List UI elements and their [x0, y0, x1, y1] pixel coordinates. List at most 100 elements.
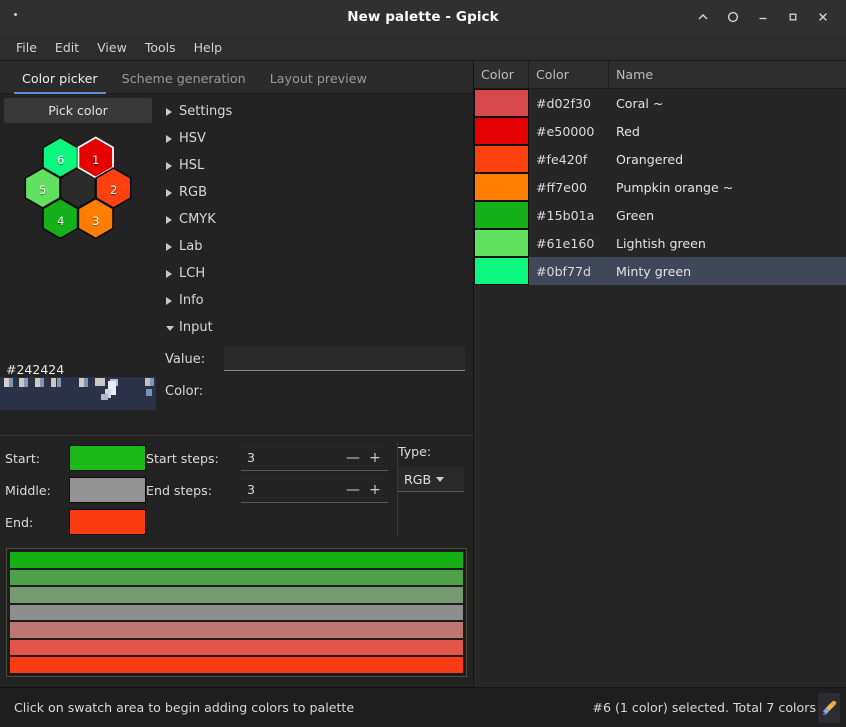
gradient-bar[interactable] — [10, 569, 463, 586]
start-color-swatch[interactable] — [69, 445, 146, 471]
chevron-down-icon — [165, 324, 179, 332]
chevron-right-icon — [165, 134, 179, 144]
palette-row-hex: #e50000 — [536, 123, 595, 139]
gradient-controls: Start: Middle: End: Start steps: 3 — + E… — [0, 435, 473, 542]
expander-lab[interactable]: Lab — [156, 233, 473, 260]
end-steps-spinner[interactable]: 3 — + — [241, 477, 388, 503]
expander-rgb[interactable]: RGB — [156, 179, 473, 206]
menu-edit[interactable]: Edit — [46, 37, 88, 58]
start-steps-label: Start steps: — [146, 450, 219, 466]
input-color-preview[interactable] — [224, 379, 465, 403]
expander-label: Info — [179, 293, 204, 308]
start-steps-row: Start steps: 3 — + — [146, 442, 394, 474]
palette-row[interactable]: #fe420f Orangered — [474, 145, 846, 173]
expander-cmyk[interactable]: CMYK — [156, 206, 473, 233]
tab-scheme-generation[interactable]: Scheme generation — [110, 65, 258, 93]
expander-hsl[interactable]: HSL — [156, 152, 473, 179]
chevron-right-icon — [165, 188, 179, 198]
chevron-right-icon — [165, 242, 179, 252]
expander-label: Input — [179, 320, 213, 335]
tab-bar: Color picker Scheme generation Layout pr… — [0, 61, 473, 94]
color-wheel-hexagons[interactable]: 1 2 3 4 5 6 — [8, 128, 148, 248]
status-right: #6 (1 color) selected. Total 7 colors — [592, 692, 840, 723]
expander-label: HSL — [179, 158, 205, 173]
expander-input[interactable]: Input — [156, 314, 473, 341]
palette-row-swatch[interactable] — [474, 173, 529, 201]
end-steps-row: End steps: 3 — + — [146, 474, 394, 506]
chevron-right-icon — [165, 296, 179, 306]
palette-row-hex: #fe420f — [536, 151, 588, 167]
start-steps-spinner[interactable]: 3 — + — [241, 445, 388, 471]
end-color-row: End: — [5, 506, 146, 538]
gradient-type-section: Type: RGB — [394, 442, 473, 538]
input-value-field[interactable] — [224, 347, 465, 371]
minimize-button[interactable] — [748, 2, 778, 32]
start-steps-value[interactable]: 3 — [247, 450, 342, 465]
palette-row[interactable]: #ff7e00 Pumpkin orange ~ — [474, 173, 846, 201]
palette-row[interactable]: #d02f30 Coral ~ — [474, 89, 846, 117]
palette-row[interactable]: #e50000 Red — [474, 117, 846, 145]
palette-row[interactable]: #0bf77d Minty green — [474, 257, 846, 285]
end-label: End: — [5, 514, 34, 530]
middle-color-swatch[interactable] — [69, 477, 146, 503]
type-dropdown[interactable]: RGB — [398, 467, 464, 492]
column-header-name[interactable]: Name — [609, 61, 846, 88]
gradient-bar[interactable] — [10, 552, 463, 568]
tab-layout-preview[interactable]: Layout preview — [258, 65, 379, 93]
maximize-button[interactable] — [778, 2, 808, 32]
menu-tools[interactable]: Tools — [136, 37, 185, 58]
column-header-color-hex[interactable]: Color — [529, 61, 609, 88]
palette-rows: #d02f30 Coral ~ #e50000 Red #fe420f Orangered… — [474, 89, 846, 687]
hexagon-wheel-svg[interactable] — [8, 128, 148, 248]
end-steps-decrement-button[interactable]: — — [342, 479, 364, 501]
eyedropper-icon[interactable] — [818, 692, 840, 723]
end-steps-value[interactable]: 3 — [247, 482, 342, 497]
menu-view[interactable]: View — [88, 37, 136, 58]
palette-row-name: Orangered — [616, 151, 684, 167]
column-header-color-swatch[interactable]: Color — [474, 61, 529, 88]
palette-row[interactable]: #15b01a Green — [474, 201, 846, 229]
gpick-window: New palette - Gpick File Edit View Tools… — [0, 0, 846, 727]
shade-window-button[interactable] — [688, 2, 718, 32]
end-steps-increment-button[interactable]: + — [364, 479, 386, 501]
gradient-color-fields: Start: Middle: End: — [0, 442, 146, 538]
pick-color-button[interactable]: Pick color — [4, 98, 152, 123]
gradient-bar[interactable] — [10, 604, 463, 621]
expander-label: Settings — [179, 104, 233, 119]
palette-row-swatch[interactable] — [474, 257, 529, 285]
end-color-swatch[interactable] — [69, 509, 146, 535]
expander-hsv[interactable]: HSV — [156, 125, 473, 152]
chevron-right-icon — [165, 215, 179, 225]
close-button[interactable] — [808, 2, 838, 32]
gradient-preview — [0, 542, 473, 687]
expander-settings[interactable]: Settings — [156, 98, 473, 125]
tab-color-picker[interactable]: Color picker — [10, 65, 110, 94]
keep-above-button[interactable] — [718, 2, 748, 32]
picker-area: Pick color 1 2 3 4 5 6 #242424 Settings … — [0, 94, 473, 457]
palette-row[interactable]: #61e160 Lightish green — [474, 229, 846, 257]
palette-row-swatch[interactable] — [474, 229, 529, 257]
expander-info[interactable]: Info — [156, 287, 473, 314]
gradient-bar[interactable] — [10, 657, 463, 674]
menu-bar: File Edit View Tools Help — [0, 34, 846, 61]
palette-row-swatch[interactable] — [474, 89, 529, 117]
status-bar: Click on swatch area to begin adding col… — [0, 687, 846, 727]
chevron-down-icon — [436, 476, 445, 482]
menu-help[interactable]: Help — [185, 37, 232, 58]
palette-row-swatch[interactable] — [474, 201, 529, 229]
start-steps-decrement-button[interactable]: — — [342, 447, 364, 469]
screen-magnifier[interactable] — [0, 377, 156, 410]
palette-row-name: Lightish green — [616, 235, 706, 251]
expander-label: CMYK — [179, 212, 216, 227]
palette-row-swatch[interactable] — [474, 117, 529, 145]
swatch-area[interactable] — [0, 410, 156, 457]
expander-label: HSV — [179, 131, 206, 146]
start-steps-increment-button[interactable]: + — [364, 447, 386, 469]
gradient-bar[interactable] — [10, 587, 463, 603]
palette-row-swatch[interactable] — [474, 145, 529, 173]
expander-lch[interactable]: LCH — [156, 260, 473, 287]
gradient-preview-frame[interactable] — [6, 548, 467, 677]
gradient-bar[interactable] — [10, 622, 463, 638]
menu-file[interactable]: File — [7, 37, 46, 58]
gradient-bar[interactable] — [10, 639, 463, 656]
